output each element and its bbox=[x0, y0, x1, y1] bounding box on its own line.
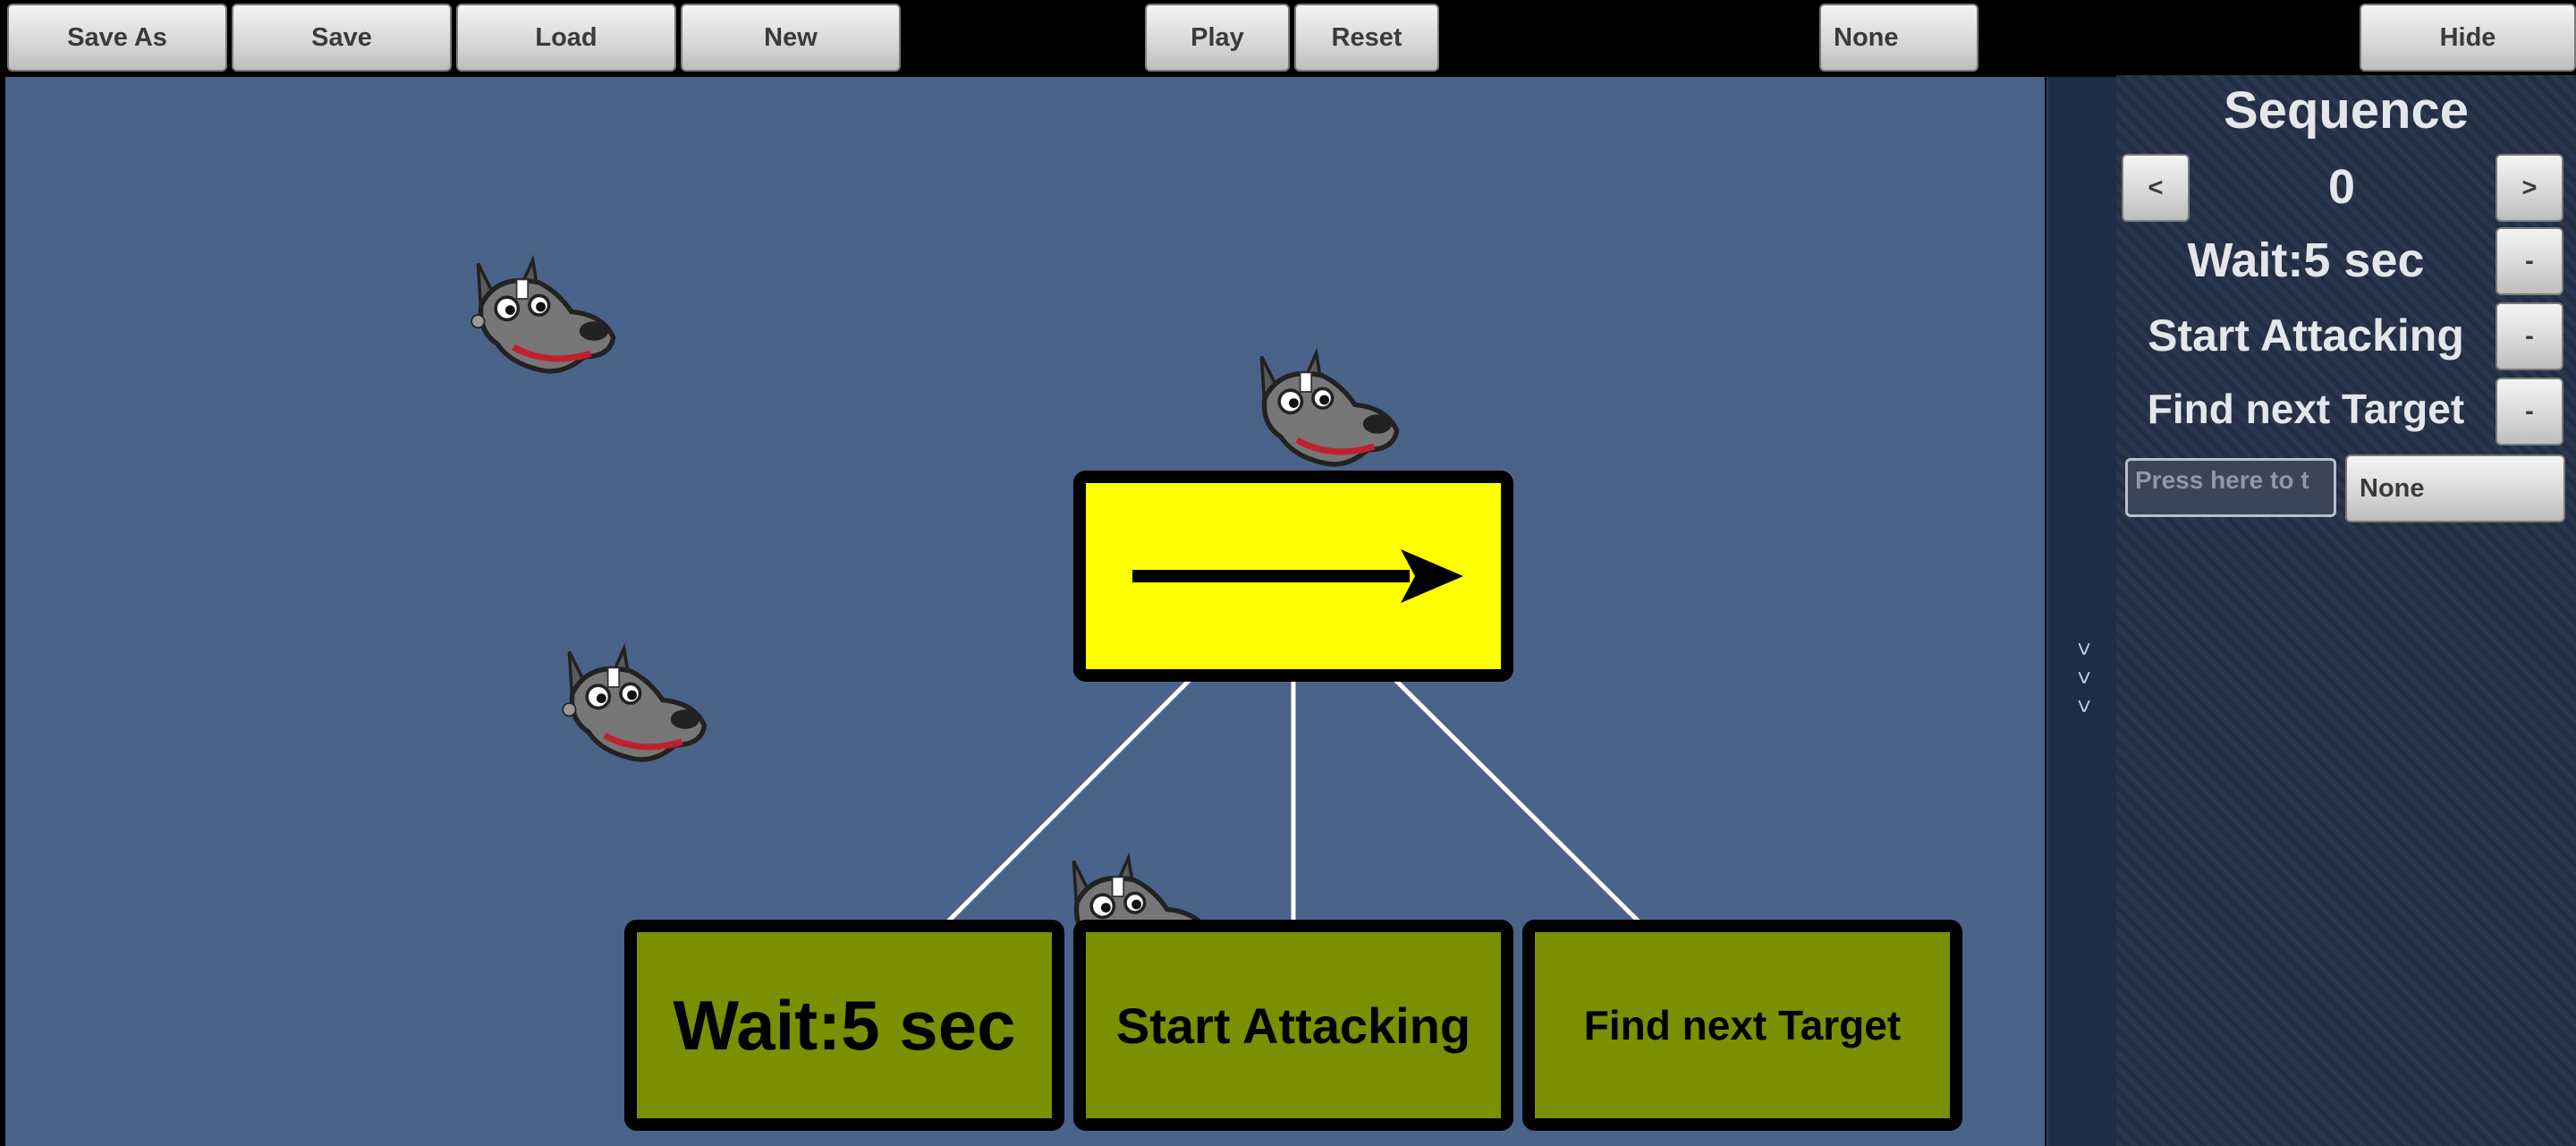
remove-child-button[interactable]: - bbox=[2496, 227, 2563, 295]
sequence-index: 0 bbox=[2327, 160, 2356, 214]
panel-collapse-handle[interactable]: > > > bbox=[2046, 77, 2116, 1146]
connector-line bbox=[1394, 678, 1640, 923]
next-button[interactable]: > bbox=[2496, 154, 2563, 222]
arrow-right-icon bbox=[1132, 549, 1463, 603]
remove-child-button[interactable]: - bbox=[2496, 378, 2563, 446]
chevron-icon: > bbox=[2071, 641, 2098, 657]
start-attacking-node[interactable]: Start Attacking bbox=[1073, 920, 1513, 1131]
prev-button[interactable]: < bbox=[2122, 154, 2190, 222]
sequence-node[interactable] bbox=[1073, 471, 1513, 682]
add-node-input[interactable]: Press here to t bbox=[2125, 458, 2336, 517]
chevron-icon: > bbox=[2071, 670, 2098, 685]
node-type-select[interactable]: None bbox=[2345, 454, 2565, 522]
connector-line bbox=[946, 678, 1191, 923]
child-label: Wait:5 sec bbox=[2187, 233, 2425, 287]
remove-child-button[interactable]: - bbox=[2496, 302, 2563, 370]
child-label: Start Attacking bbox=[2148, 310, 2464, 361]
child-label: Find next Target bbox=[2147, 386, 2465, 432]
chevron-icon: > bbox=[2071, 699, 2098, 714]
find-next-target-node[interactable]: Find next Target bbox=[1522, 920, 1962, 1131]
panel-title: Sequence bbox=[2224, 81, 2469, 140]
wait-node[interactable]: Wait:5 sec bbox=[624, 920, 1064, 1131]
